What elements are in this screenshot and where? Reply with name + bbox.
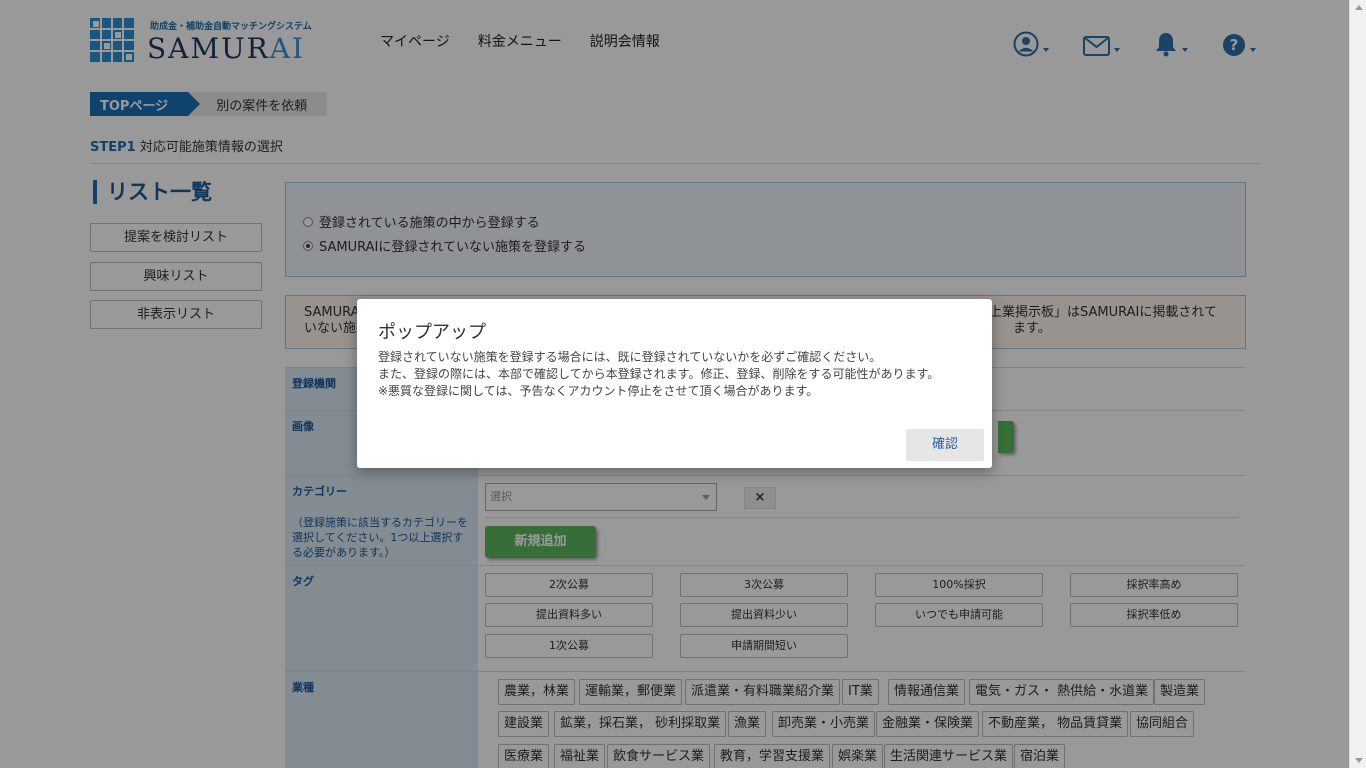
popup-message-line: また、登録の際には、本部で確認してから本登録されます。修正、登録、削除をする可能…: [378, 367, 940, 381]
popup-title: ポップアップ: [378, 322, 486, 343]
popup-body: 登録されていない施策を登録する場合には、既に登録されていないかを必ずご確認くださ…: [378, 349, 939, 400]
scroll-down-arrow-icon[interactable]: [1355, 758, 1363, 763]
popup-message-line: ※悪質な登録に関しては、予告なくアカウント停止をさせて頂く場合があります。: [378, 384, 819, 398]
page-scrollbar[interactable]: [1349, 0, 1366, 768]
confirm-button[interactable]: 確認: [906, 429, 984, 461]
popup-message-line: 登録されていない施策を登録する場合には、既に登録されていないかを必ずご確認くださ…: [378, 350, 882, 364]
scroll-up-arrow-icon[interactable]: [1355, 5, 1363, 10]
popup-dialog: ポップアップ 登録されていない施策を登録する場合には、既に登録されていないかを必…: [357, 299, 992, 468]
